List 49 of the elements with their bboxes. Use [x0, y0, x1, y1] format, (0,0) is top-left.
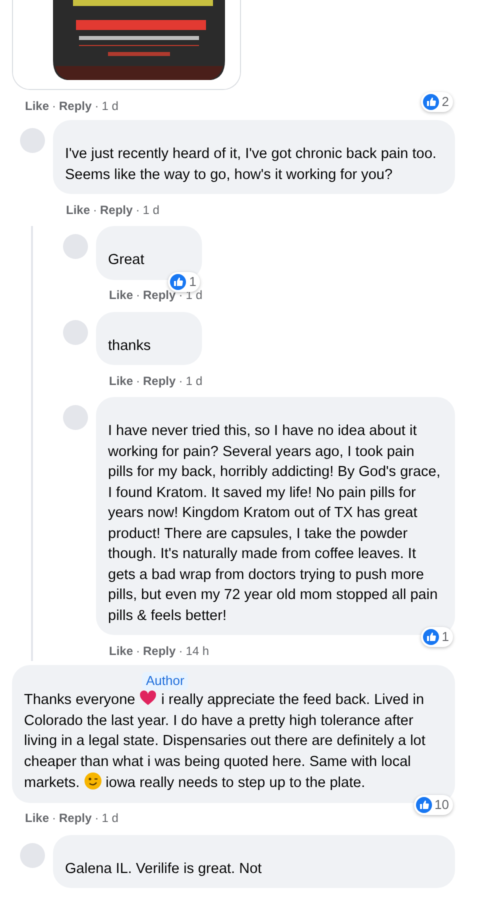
comment-text: I've just recently heard of it, I've got chronic back pain too. Seems like the way to go, how's it working for you? [65, 145, 438, 184]
heart-emoji-icon [139, 689, 158, 707]
separator-dot: · [136, 287, 140, 303]
reply-link[interactable]: Reply [100, 202, 133, 218]
like-link[interactable]: Like [109, 642, 134, 658]
avatar-image [63, 234, 88, 259]
reaction-count[interactable]: 1 [168, 272, 200, 292]
winking-emoji-icon [84, 772, 102, 790]
avatar-image [20, 842, 45, 868]
like-link[interactable]: Like [25, 810, 50, 826]
reaction-count[interactable]: 2 [420, 92, 453, 112]
like-icon [170, 274, 186, 290]
timestamp: 1 d [102, 810, 118, 826]
like-icon [422, 629, 439, 645]
like-icon [416, 796, 432, 812]
comment-text: thanks [108, 336, 152, 356]
separator-dot: · [136, 202, 140, 218]
separator-dot: · [93, 202, 98, 218]
avatar-image [63, 320, 88, 344]
comment-text: Galena IL. Verilife is great. Not [65, 860, 263, 878]
like-link[interactable]: Like [25, 98, 50, 114]
separator-dot: · [94, 98, 99, 114]
timestamp: 1 d [142, 202, 160, 218]
timestamp: 1 d [186, 372, 202, 388]
like-icon [422, 94, 439, 110]
reply-link[interactable]: Reply [143, 372, 176, 388]
separator-dot: · [136, 372, 140, 388]
avatar-image [63, 405, 88, 430]
comment-text: Great [108, 251, 146, 270]
like-link[interactable]: Like [66, 202, 90, 218]
reaction-count[interactable]: 1 [420, 627, 453, 647]
reply-link[interactable]: Reply [59, 810, 92, 826]
separator-dot: · [178, 372, 183, 388]
separator-dot: · [178, 642, 183, 658]
separator-dot: · [52, 810, 56, 826]
reaction-count[interactable]: 10 [414, 794, 453, 814]
separator-dot: · [94, 810, 99, 826]
separator-dot: · [136, 642, 140, 658]
comment-text: Thanks everyone i really appreciate the feed back. Lived in Colorado the last year. I do have a pretty high tolerance after living in a legal state. Dispensaries out there are definitely a lot cheaper than what i was being quoted here. Same with local markets. iowa really needs to step up to the plate. [24, 689, 443, 794]
separator-dot: · [52, 98, 56, 114]
reply-link[interactable]: Reply [59, 98, 92, 114]
reply-link[interactable]: Reply [143, 642, 176, 658]
like-link[interactable]: Like [109, 287, 134, 303]
timestamp: 1 d [102, 98, 118, 114]
timestamp: 14 h [186, 642, 210, 658]
author-badge: Author [142, 672, 188, 690]
like-link[interactable]: Like [109, 372, 134, 388]
avatar-image [20, 128, 45, 153]
comment-text: I have never tried this, so I have no idea about it working for pain? Several years ago, I took pain pills for my back, horribly addicting! By God's grace, I found Kratom. It saved my life! No pain pills for years now! Kingdom Kratom out of TX has great product! There are capsules, I take the powder though. It's naturally made from coffee leaves. It gets a bad wrap from doctors trying to push more pills, but even my 72 year old mom stopped all pain pills & feels better! [108, 422, 442, 626]
